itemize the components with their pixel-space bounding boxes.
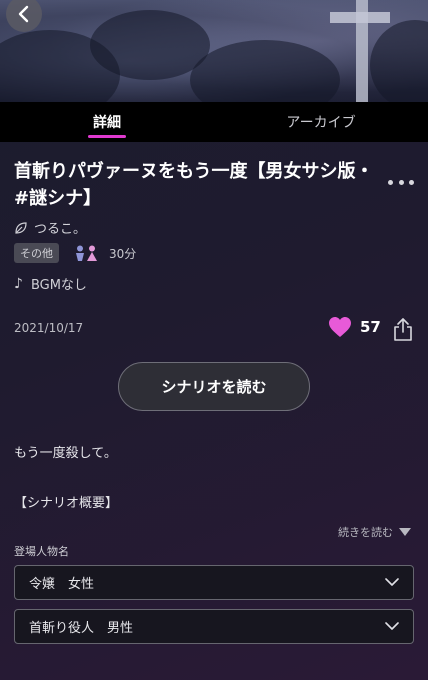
- tab-details-label: 詳細: [93, 115, 121, 131]
- tab-archive-label: アーカイブ: [286, 115, 356, 131]
- triangle-down-icon: [399, 528, 411, 536]
- leaf-icon: [15, 221, 27, 234]
- share-icon[interactable]: [392, 316, 414, 342]
- tab-bar: 詳細 アーカイブ: [0, 102, 428, 142]
- cast-item-label: 令嬢 女性: [29, 577, 95, 592]
- back-arrow-icon: [18, 5, 29, 23]
- more-options-button[interactable]: [388, 172, 414, 192]
- like-button[interactable]: 57: [328, 316, 381, 338]
- heart-icon: [329, 317, 351, 337]
- scenario-title: 首斬りパヴァーヌをもう一度【男女サシ版・#謎シナ】: [14, 161, 374, 209]
- description-line: もう一度殺して。: [14, 446, 117, 461]
- continue-reading-label: 続きを読む: [338, 526, 393, 539]
- more-dots-icon: [388, 179, 393, 185]
- chevron-down-icon: [385, 622, 399, 630]
- read-scenario-button[interactable]: シナリオを読む: [118, 362, 310, 411]
- tab-archive[interactable]: アーカイブ: [214, 102, 428, 142]
- play-duration: 30分: [109, 246, 137, 261]
- chevron-down-icon: [385, 578, 399, 586]
- author-link[interactable]: つるこ。: [14, 218, 86, 237]
- description-heading: 【シナリオ概要】: [14, 496, 119, 511]
- cast-item-label: 首斬り役人 男性: [29, 621, 134, 636]
- bgm-label: BGMなし: [30, 278, 87, 293]
- cast-item[interactable]: 首斬り役人 男性: [14, 609, 414, 644]
- publish-date: 2021/10/17: [14, 321, 84, 335]
- music-note-icon: ♪: [14, 275, 23, 292]
- tab-active-indicator: [88, 135, 126, 138]
- cast-item[interactable]: 令嬢 女性: [14, 565, 414, 600]
- tab-details[interactable]: 詳細: [0, 102, 214, 142]
- male-icon: [76, 245, 84, 261]
- gender-icons: [75, 245, 97, 261]
- category-tag: その他: [14, 243, 59, 263]
- continue-reading-link[interactable]: 続きを読む: [338, 524, 411, 540]
- meta-row: その他 30分: [14, 243, 136, 263]
- female-icon: [87, 245, 97, 261]
- like-count: 57: [360, 318, 381, 336]
- header-image: [0, 0, 428, 102]
- bgm-info: ♪ BGMなし: [14, 274, 87, 294]
- cast-section-label: 登場人物名: [14, 545, 69, 558]
- author-name: つるこ。: [34, 222, 87, 237]
